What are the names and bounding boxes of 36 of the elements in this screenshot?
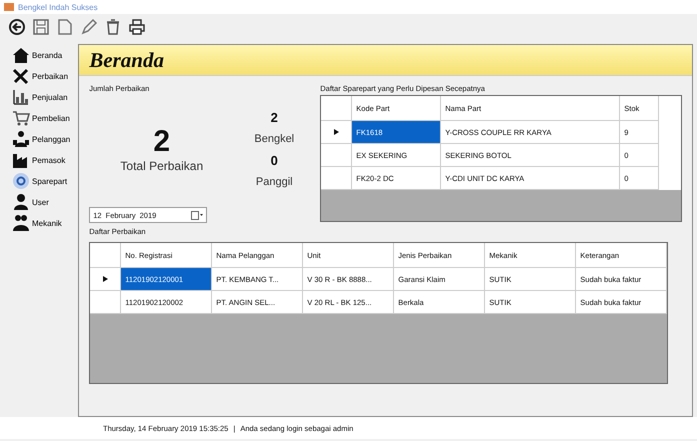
gear-icon <box>12 172 30 190</box>
stat-label: Panggil <box>256 176 293 188</box>
group-icon <box>12 214 30 232</box>
sidebar-item[interactable]: Mekanik <box>0 214 76 232</box>
row-indicator-icon <box>102 276 108 282</box>
factory-icon <box>12 151 30 169</box>
page-title: Beranda <box>89 48 164 72</box>
data-grid[interactable] <box>89 242 668 384</box>
back-icon[interactable] <box>8 18 26 36</box>
sidebar-item[interactable]: Perbaikan <box>0 67 76 85</box>
chart-icon <box>12 88 30 106</box>
user-icon <box>12 193 30 211</box>
pencil-icon[interactable] <box>80 18 98 36</box>
sidebar-item[interactable]: Pelanggan <box>0 130 76 148</box>
save-icon[interactable] <box>32 18 50 36</box>
total-label: Total Perbaikan <box>120 159 204 173</box>
sidebar-item[interactable]: Pemasok <box>0 151 76 169</box>
cart-icon <box>12 109 30 127</box>
sidebar-item[interactable]: Pembelian <box>0 109 76 127</box>
sidebar-item[interactable]: Sparepart <box>0 172 76 190</box>
house-icon <box>12 46 30 64</box>
total-value: 2 <box>153 125 170 159</box>
printer-icon[interactable] <box>128 18 146 36</box>
trash-icon[interactable] <box>104 18 122 36</box>
row-indicator-icon <box>334 129 339 135</box>
stat-value: 0 <box>270 153 278 168</box>
sidebar-item[interactable]: Penjualan <box>0 88 76 106</box>
sidebar-item[interactable]: User <box>0 193 76 211</box>
sidebar-item[interactable]: Beranda <box>0 46 76 64</box>
document-icon[interactable] <box>56 18 74 36</box>
stat-label: Bengkel <box>254 133 294 145</box>
app-icon <box>4 3 14 11</box>
stat-value: 2 <box>270 110 278 125</box>
window-title: Bengkel Indah Sukses <box>18 2 98 12</box>
people-icon <box>12 130 30 148</box>
calendar-dropdown-icon <box>191 210 204 220</box>
